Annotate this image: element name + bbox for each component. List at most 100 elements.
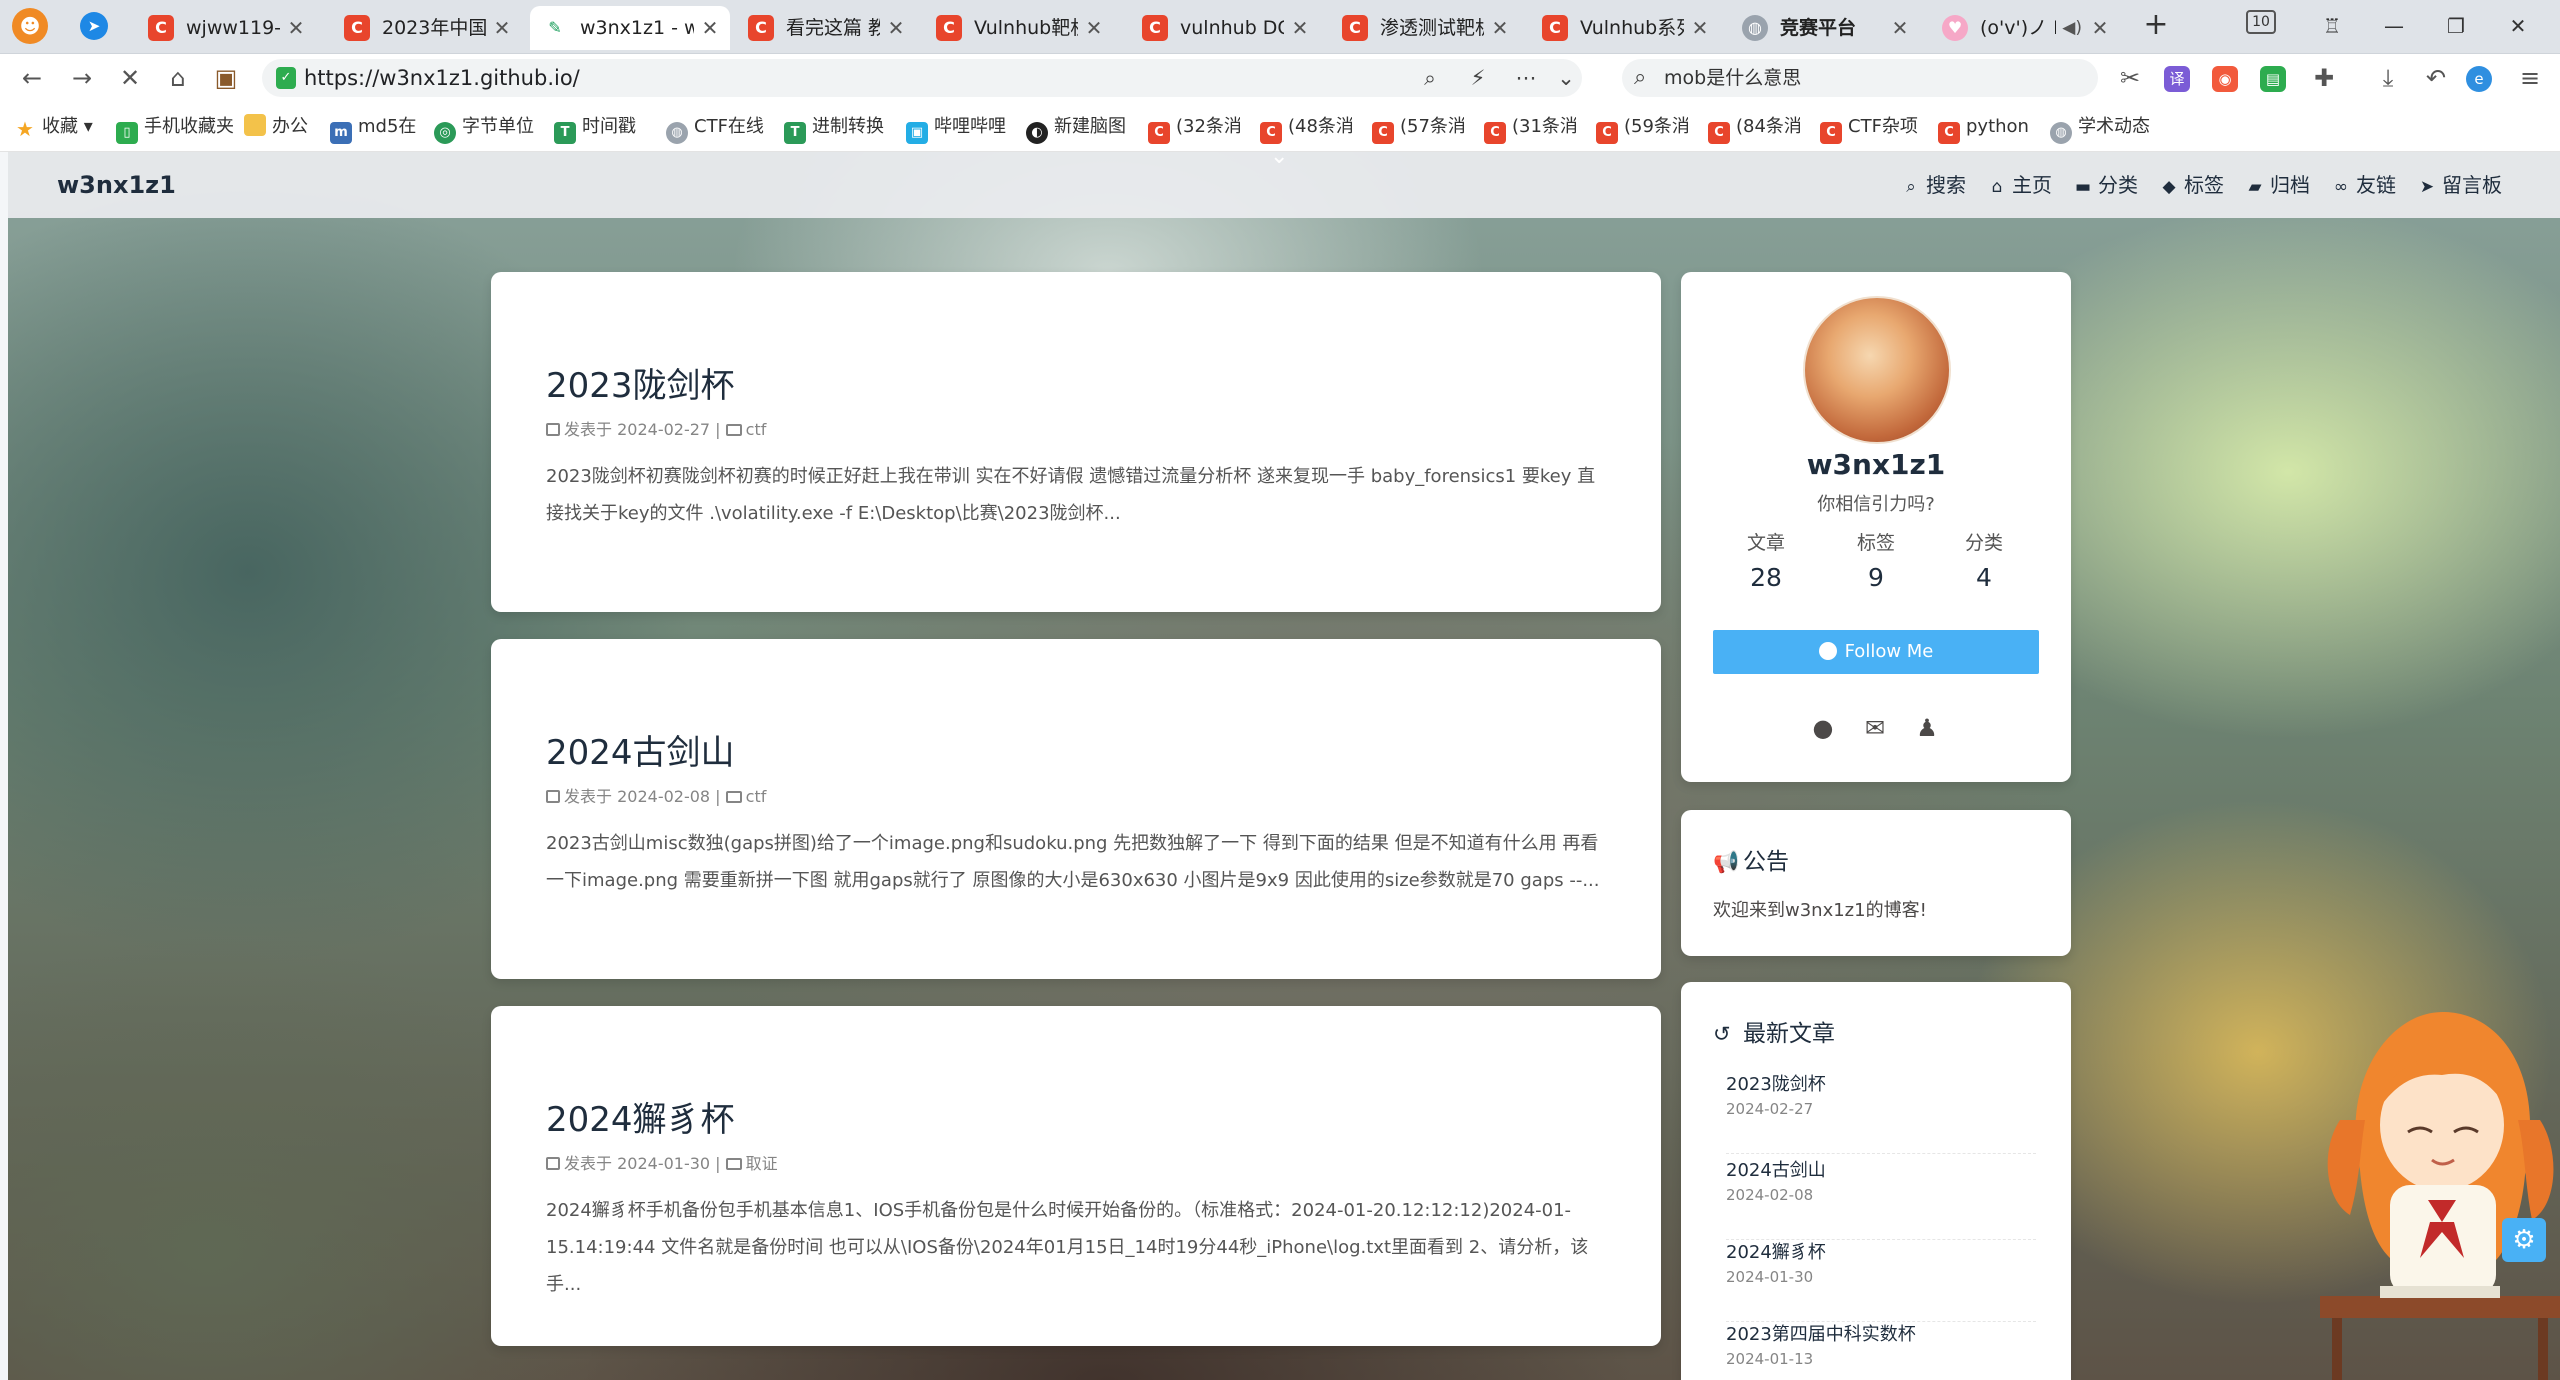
bookmark-timestamp[interactable]: T 时间戳 — [554, 102, 650, 152]
close-icon[interactable]: ✕ — [884, 6, 908, 50]
bookmark-csdn-31[interactable]: C (31条消 — [1484, 102, 1576, 152]
speaker-icon[interactable]: ◀) — [2062, 6, 2082, 50]
tab-competition[interactable]: ◍ 竞赛平台 ✕ — [1730, 6, 1920, 50]
nav-search[interactable]: ⌕ 搜索 — [1900, 152, 1966, 220]
post-title[interactable]: 2023陇剑杯 — [546, 358, 735, 407]
post-category[interactable]: ctf — [746, 787, 767, 806]
bookmark-base-convert[interactable]: T 进制转换 — [784, 102, 892, 152]
scissors-icon[interactable]: ✂ — [2114, 62, 2146, 94]
nav-guestbook[interactable]: ➤ 留言板 — [2416, 152, 2502, 220]
address-bar[interactable]: ✓ https://w3nx1z1.github.io/ ⌕ ⚡ ⋯ ⌄ — [262, 59, 1582, 97]
tab-kanwan[interactable]: C 看完这篇 教你 ✕ — [736, 6, 916, 50]
back-icon[interactable]: ← — [16, 62, 48, 94]
menu-icon[interactable]: ≡ — [2514, 62, 2546, 94]
undo-icon[interactable]: ↶ — [2420, 62, 2452, 94]
zoom-icon[interactable]: ⌕ — [1414, 62, 1446, 94]
recent-post-title[interactable]: 2023陇剑杯 — [1726, 1070, 1826, 1096]
tab-bilibili[interactable]: ♥ (o'v')ノ I ◀) ✕ — [1930, 6, 2120, 50]
recent-post-title[interactable]: 2024古剑山 — [1726, 1156, 1826, 1182]
bookmark-python[interactable]: Cpython — [1938, 102, 2030, 152]
qq-icon[interactable]: ♟ — [1913, 714, 1941, 742]
tab-vulnhub-series[interactable]: C Vulnhub系列 ✕ — [1530, 6, 1720, 50]
tab-pentest[interactable]: C 渗透测试靶机 ✕ — [1330, 6, 1520, 50]
extensions-icon[interactable]: ✚ — [2308, 62, 2340, 94]
edge-icon[interactable]: e — [2466, 66, 2492, 92]
forward-icon[interactable]: → — [66, 62, 98, 94]
search-bar[interactable]: ⌕ mob是什么意思 — [1622, 59, 2098, 97]
close-icon[interactable]: ✕ — [1288, 6, 1312, 50]
bookmark-ctf-misc[interactable]: C CTF杂项 — [1820, 102, 1928, 152]
tab-vulnhub-dc[interactable]: C vulnhub DC ✕ — [1130, 6, 1320, 50]
minimize-icon[interactable]: — — [2374, 6, 2414, 46]
tab-count-badge[interactable]: 10 — [2246, 10, 2276, 34]
bookmark-bilibili[interactable]: ▣ 哔哩哔哩 — [906, 102, 1014, 152]
bookmark-favorites[interactable]: ★ 收藏 ▾ — [14, 102, 110, 152]
nav-categories[interactable]: ▬ 分类 — [2072, 152, 2138, 220]
recent-post-item[interactable]: 2023陇剑杯 2024-02-27 — [1726, 1070, 2036, 1154]
more-icon[interactable]: ⋯ — [1510, 62, 1542, 94]
live2d-mascot[interactable] — [2320, 1000, 2560, 1380]
url-text[interactable]: https://w3nx1z1.github.io/ — [304, 59, 580, 97]
recent-post-item[interactable]: 2024獬豸杯 2024-01-30 — [1726, 1238, 2036, 1322]
chevron-down-icon[interactable]: ⌄ — [1550, 62, 1582, 94]
post-title[interactable]: 2024古剑山 — [546, 725, 735, 774]
settings-gear-button[interactable]: ⚙ — [2502, 1218, 2546, 1262]
new-tab-button[interactable]: + — [2138, 8, 2174, 44]
close-icon[interactable]: ✕ — [698, 6, 722, 50]
nav-home[interactable]: ⌂ 主页 — [1986, 152, 2052, 220]
post-category[interactable]: ctf — [746, 420, 767, 439]
tab-w3nx1z1[interactable]: ✎ w3nx1z1 - w ✕ — [530, 6, 730, 50]
bookmark-mindmap[interactable]: ◐ 新建脑图 — [1026, 102, 1136, 152]
recent-post-item[interactable]: 2023第四届中科实数杯 2024-01-13 — [1726, 1320, 2036, 1380]
stop-loading-icon[interactable]: ✕ — [114, 62, 146, 94]
recent-post-item[interactable]: 2024古剑山 2024-02-08 — [1726, 1156, 2036, 1240]
download-icon[interactable]: ⤓ — [2372, 62, 2404, 94]
close-icon[interactable]: ✕ — [1888, 6, 1912, 50]
briefcase-icon[interactable]: ▣ — [210, 62, 242, 94]
reader-icon[interactable]: ▤ — [2260, 66, 2286, 92]
bookmark-mobile[interactable]: ▯ 手机收藏夹 — [116, 102, 240, 152]
restore-icon[interactable]: ❐ — [2436, 6, 2476, 46]
bookmark-bytes[interactable]: ◎ 字节单位 — [434, 102, 538, 152]
browser-logo-icon[interactable]: ☻ — [12, 8, 48, 44]
bookmark-csdn-32[interactable]: C (32条消 — [1148, 102, 1240, 152]
bookmark-csdn-59[interactable]: C (59条消 — [1596, 102, 1688, 152]
close-window-icon[interactable]: ✕ — [2498, 6, 2538, 46]
stat-tags[interactable]: 标签 9 — [1821, 528, 1931, 598]
close-icon[interactable]: ✕ — [490, 6, 514, 50]
close-icon[interactable]: ✕ — [2088, 6, 2112, 50]
lightning-icon[interactable]: ⚡ — [1462, 62, 1494, 94]
close-icon[interactable]: ✕ — [1082, 6, 1106, 50]
post-card[interactable]: 2023陇剑杯 发表于 2024-02-27 | ctf 2023陇剑杯初赛陇剑… — [491, 272, 1661, 612]
home-icon[interactable]: ⌂ — [162, 62, 194, 94]
stat-articles[interactable]: 文章 28 — [1711, 528, 1821, 598]
post-card[interactable]: 2024獬豸杯 发表于 2024-01-30 | 取证 2024獬豸杯手机备份包… — [491, 1006, 1661, 1346]
nav-links[interactable]: ∞ 友链 — [2330, 152, 2396, 220]
bookmark-academic[interactable]: ◍ 学术动态 — [2050, 102, 2158, 152]
post-category[interactable]: 取证 — [746, 1154, 778, 1173]
bookmark-ctf-online[interactable]: ◍ CTF在线 — [666, 102, 776, 152]
pinned-tab-icon[interactable]: ➤ — [80, 12, 108, 40]
bookmark-csdn-57[interactable]: C (57条消 — [1372, 102, 1464, 152]
tab-vulnhub-1[interactable]: C Vulnhub靶机 ✕ — [924, 6, 1114, 50]
game-icon[interactable]: ◉ — [2212, 66, 2238, 92]
follow-me-button[interactable]: Follow Me — [1713, 630, 2039, 674]
search-input[interactable]: mob是什么意思 — [1664, 59, 1801, 97]
close-icon[interactable]: ✕ — [1488, 6, 1512, 50]
post-title[interactable]: 2024獬豸杯 — [546, 1092, 735, 1141]
translate-icon[interactable]: 译 — [2164, 66, 2190, 92]
github-icon[interactable]: ● — [1809, 714, 1837, 742]
chevron-down-icon[interactable]: ⌄ — [1270, 152, 1288, 169]
shirt-icon[interactable]: ♖ — [2312, 6, 2352, 46]
nav-archives[interactable]: ▰ 归档 — [2244, 152, 2310, 220]
site-title[interactable]: w3nx1z1 — [57, 152, 176, 218]
stat-categories[interactable]: 分类 4 — [1929, 528, 2039, 598]
tab-2023-china[interactable]: C 2023年中国工 ✕ — [332, 6, 522, 50]
email-icon[interactable]: ✉ — [1861, 714, 1889, 742]
recent-post-title[interactable]: 2024獬豸杯 — [1726, 1238, 1826, 1264]
bookmark-csdn-48[interactable]: C (48条消 — [1260, 102, 1352, 152]
avatar[interactable] — [1803, 296, 1951, 444]
nav-tags[interactable]: ◆ 标签 — [2158, 152, 2224, 220]
bookmark-md5[interactable]: m md5在 — [330, 102, 420, 152]
recent-post-title[interactable]: 2023第四届中科实数杯 — [1726, 1320, 1916, 1346]
